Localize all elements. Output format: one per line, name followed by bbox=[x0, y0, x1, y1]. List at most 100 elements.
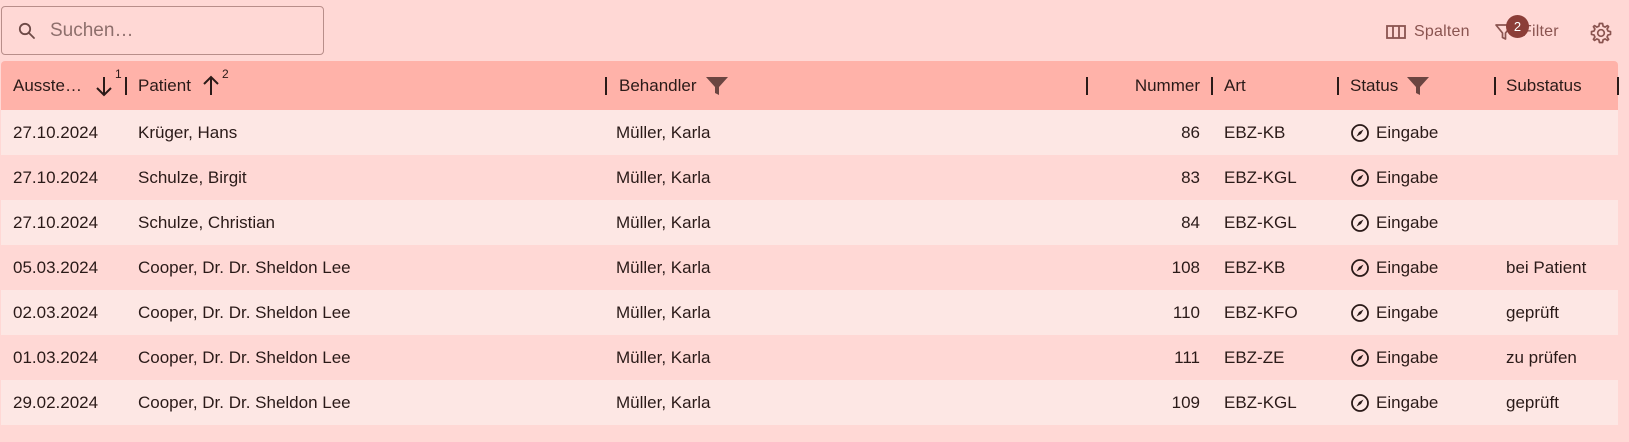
cell-status: Eingabe bbox=[1350, 245, 1438, 290]
cell-behandler: Müller, Karla bbox=[616, 167, 711, 187]
column-resize-handle[interactable] bbox=[1337, 77, 1339, 95]
cell-nummer: 83 bbox=[1181, 167, 1200, 187]
cell-behandler: Müller, Karla bbox=[616, 302, 711, 322]
cell-art: EBZ-KGL bbox=[1224, 167, 1297, 187]
cell-behandler: Müller, Karla bbox=[616, 392, 711, 412]
cell-date: 05.03.2024 bbox=[13, 257, 99, 277]
sort-order-badge: 1 bbox=[114, 66, 122, 81]
cell-substatus: zu prüfen bbox=[1506, 347, 1577, 367]
columns-button[interactable]: Spalten bbox=[1386, 18, 1470, 46]
cell-date: 01.03.2024 bbox=[13, 347, 99, 367]
sort-order-badge: 2 bbox=[221, 66, 229, 81]
cell-nummer: 109 bbox=[1171, 392, 1200, 412]
table-header: Ausste… 1 Patient 2 Behandler Nummer Art… bbox=[1, 61, 1619, 110]
compass-icon bbox=[1350, 303, 1370, 323]
column-header-label: Status bbox=[1350, 75, 1399, 95]
cell-behandler: Müller, Karla bbox=[616, 122, 711, 142]
table-row[interactable]: 27.10.2024 Schulze, Christian Müller, Ka… bbox=[1, 200, 1618, 245]
cell-patient: Schulze, Christian bbox=[138, 212, 276, 232]
column-header-label: Behandler bbox=[619, 75, 697, 95]
cell-nummer: 111 bbox=[1174, 347, 1200, 367]
cell-nummer: 84 bbox=[1181, 212, 1200, 232]
cell-art: EBZ-KGL bbox=[1224, 212, 1297, 232]
cell-nummer: 110 bbox=[1172, 302, 1200, 322]
search-field[interactable] bbox=[1, 6, 324, 55]
cell-patient: Cooper, Dr. Dr. Sheldon Lee bbox=[138, 302, 351, 322]
view-column-icon bbox=[1386, 25, 1406, 39]
table-row[interactable]: 01.03.2024 Cooper, Dr. Dr. Sheldon Lee M… bbox=[1, 335, 1618, 380]
column-header-label: Ausste… bbox=[13, 75, 82, 95]
cell-art: EBZ-ZE bbox=[1224, 347, 1285, 367]
table-row[interactable]: 02.03.2024 Cooper, Dr. Dr. Sheldon Lee M… bbox=[1, 290, 1618, 335]
cell-nummer: 86 bbox=[1181, 122, 1200, 142]
cell-status: Eingabe bbox=[1350, 335, 1438, 380]
filter-count-badge: 2 bbox=[1506, 15, 1529, 38]
cell-art: EBZ-KB bbox=[1224, 257, 1286, 277]
table-toolbar: Spalten 2 Filter bbox=[0, 0, 1629, 60]
column-header-patient[interactable]: Patient 2 bbox=[138, 61, 229, 110]
column-header-status[interactable]: Status bbox=[1350, 61, 1430, 110]
column-header-nummer[interactable]: Nummer bbox=[1086, 61, 1200, 110]
table-row[interactable]: 27.10.2024 Krüger, Hans Müller, Karla 86… bbox=[1, 110, 1618, 155]
column-header-label: Nummer bbox=[1134, 75, 1200, 95]
table-row[interactable]: 29.02.2024 Cooper, Dr. Dr. Sheldon Lee M… bbox=[1, 380, 1618, 425]
cell-patient: Schulze, Birgit bbox=[138, 167, 247, 187]
column-resize-handle[interactable] bbox=[125, 77, 127, 95]
cell-patient: Krüger, Hans bbox=[138, 122, 238, 142]
cell-behandler: Müller, Karla bbox=[616, 212, 711, 232]
compass-icon bbox=[1350, 213, 1370, 233]
cell-status: Eingabe bbox=[1350, 200, 1438, 245]
filter-icon[interactable] bbox=[1406, 75, 1430, 97]
cell-date: 27.10.2024 bbox=[13, 122, 99, 142]
column-resize-handle[interactable] bbox=[1211, 77, 1213, 95]
cell-patient: Cooper, Dr. Dr. Sheldon Lee bbox=[138, 347, 351, 367]
cell-behandler: Müller, Karla bbox=[616, 347, 711, 367]
gear-icon bbox=[1590, 22, 1612, 44]
cell-art: EBZ-KGL bbox=[1224, 392, 1297, 412]
compass-icon bbox=[1350, 258, 1370, 278]
filter-button[interactable]: 2 Filter bbox=[1494, 15, 1559, 46]
compass-icon bbox=[1350, 393, 1370, 413]
cell-patient: Cooper, Dr. Dr. Sheldon Lee bbox=[138, 257, 351, 277]
column-header-label: Art bbox=[1224, 75, 1246, 95]
column-header-art[interactable]: Art bbox=[1224, 61, 1246, 110]
settings-button[interactable] bbox=[1589, 19, 1613, 47]
arrow-down-icon[interactable] bbox=[94, 74, 114, 98]
cell-nummer: 108 bbox=[1171, 257, 1200, 277]
status-label: Eingabe bbox=[1376, 212, 1439, 232]
cell-substatus: bei Patient bbox=[1506, 257, 1587, 277]
cell-status: Eingabe bbox=[1350, 380, 1438, 425]
compass-icon bbox=[1350, 123, 1370, 143]
cell-art: EBZ-KB bbox=[1224, 122, 1286, 142]
cell-status: Eingabe bbox=[1350, 155, 1438, 200]
filter-icon[interactable] bbox=[705, 75, 729, 97]
compass-icon bbox=[1350, 348, 1370, 368]
data-table: Ausste… 1 Patient 2 Behandler Nummer Art… bbox=[1, 61, 1619, 425]
status-label: Eingabe bbox=[1376, 302, 1439, 322]
column-resize-handle[interactable] bbox=[1494, 77, 1496, 95]
status-label: Eingabe bbox=[1376, 392, 1439, 412]
arrow-up-icon[interactable] bbox=[201, 74, 221, 98]
column-header-substatus[interactable]: Substatus bbox=[1506, 61, 1582, 110]
cell-date: 27.10.2024 bbox=[13, 167, 99, 187]
cell-art: EBZ-KFO bbox=[1224, 302, 1298, 322]
filter-icon-wrapper: 2 bbox=[1494, 15, 1529, 42]
cell-status: Eingabe bbox=[1350, 290, 1438, 335]
search-input[interactable] bbox=[50, 17, 315, 45]
status-label: Eingabe bbox=[1376, 167, 1439, 187]
column-header-behandler[interactable]: Behandler bbox=[619, 61, 729, 110]
search-icon bbox=[18, 22, 35, 39]
cell-status: Eingabe bbox=[1350, 110, 1438, 155]
column-resize-handle[interactable] bbox=[605, 77, 607, 95]
column-resize-handle[interactable] bbox=[1617, 77, 1619, 95]
cell-date: 02.03.2024 bbox=[13, 302, 99, 322]
compass-icon bbox=[1350, 168, 1370, 188]
cell-patient: Cooper, Dr. Dr. Sheldon Lee bbox=[138, 392, 351, 412]
column-header-ausgestellt[interactable]: Ausste… 1 bbox=[13, 61, 122, 110]
cell-date: 27.10.2024 bbox=[13, 212, 99, 232]
table-row[interactable]: 05.03.2024 Cooper, Dr. Dr. Sheldon Lee M… bbox=[1, 245, 1618, 290]
cell-substatus: geprüft bbox=[1506, 392, 1559, 412]
cell-date: 29.02.2024 bbox=[13, 392, 99, 412]
table-row[interactable]: 27.10.2024 Schulze, Birgit Müller, Karla… bbox=[1, 155, 1618, 200]
cell-substatus: geprüft bbox=[1506, 302, 1559, 322]
